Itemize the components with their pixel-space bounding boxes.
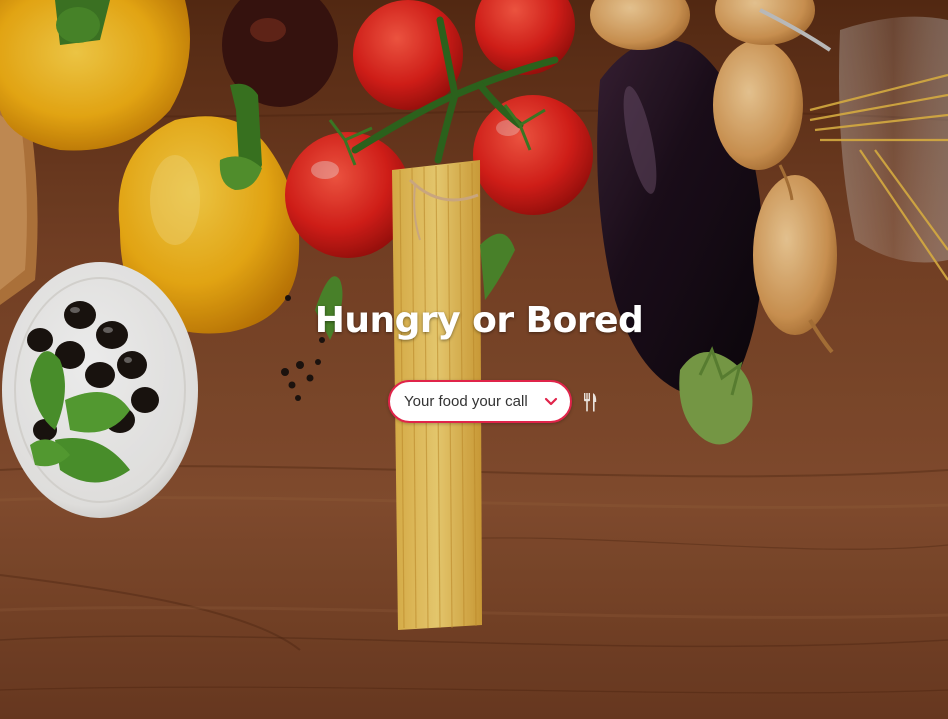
chevron-down-icon: [544, 397, 558, 405]
fork-knife-icon[interactable]: [582, 392, 598, 412]
food-choice-selected-value: Your food your call: [404, 393, 528, 410]
hero: Hungry or Bored Your food your call: [0, 0, 948, 719]
page-title: Hungry or Bored: [314, 300, 644, 341]
food-choice-dropdown[interactable]: Your food your call: [388, 380, 572, 423]
